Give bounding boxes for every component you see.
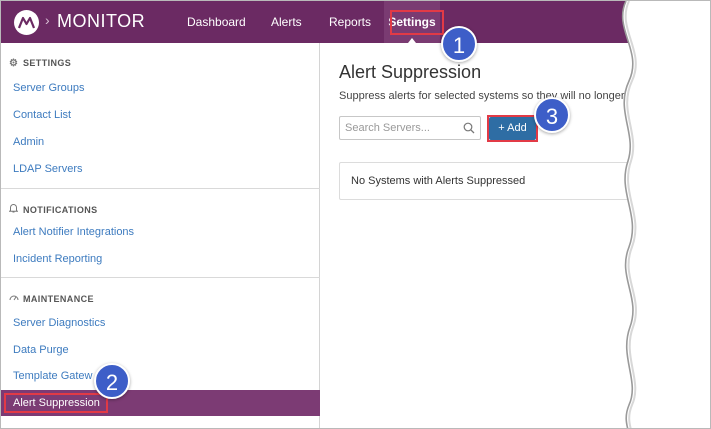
search-icon[interactable] <box>463 122 475 134</box>
breadcrumb-chevron: › <box>45 12 50 28</box>
nav-alerts[interactable]: Alerts <box>271 15 302 29</box>
section-divider <box>1 188 320 189</box>
notifications-section-heading: NOTIFICATIONS <box>8 203 98 216</box>
sidebar-item-contact-list[interactable]: Contact List <box>13 109 71 121</box>
search-input[interactable]: Search Servers... <box>339 116 481 140</box>
maintenance-section-heading: MAINTENANCE <box>9 293 94 305</box>
sidebar-item-alert-notifier-integrations[interactable]: Alert Notifier Integrations <box>13 226 134 238</box>
callout-badge-3: 3 <box>534 97 570 133</box>
settings-highlight-box <box>390 10 444 35</box>
sidebar-item-ldap-servers[interactable]: LDAP Servers <box>13 163 83 175</box>
settings-heading-label: SETTINGS <box>23 58 72 68</box>
callout-badge-1: 1 <box>441 26 477 62</box>
app-window: › MONITOR Dashboard Alerts Reports Setti… <box>0 0 711 429</box>
app-title: MONITOR <box>57 11 146 31</box>
nav-reports[interactable]: Reports <box>329 15 371 29</box>
notifications-heading-label: NOTIFICATIONS <box>23 205 98 215</box>
gear-icon: ⚙ <box>9 58 19 69</box>
callout-number: 3 <box>545 104 559 129</box>
sidebar-item-data-purge[interactable]: Data Purge <box>13 344 69 356</box>
alert-suppression-highlight-box <box>4 393 108 413</box>
sidebar-item-template-gateway[interactable]: Template Gatew <box>13 370 92 382</box>
main-content: Alert Suppression Suppress alerts for se… <box>320 43 710 428</box>
empty-state-message: No Systems with Alerts Suppressed <box>351 175 526 187</box>
settings-section-heading: ⚙ SETTINGS <box>9 58 71 69</box>
sidebar-item-admin[interactable]: Admin <box>13 136 44 148</box>
sidebar-item-server-groups[interactable]: Server Groups <box>13 82 85 94</box>
top-nav-bar: › MONITOR Dashboard Alerts Reports Setti… <box>1 1 710 43</box>
maintenance-heading-label: MAINTENANCE <box>23 294 94 304</box>
search-placeholder: Search Servers... <box>345 122 430 134</box>
page-title: Alert Suppression <box>339 62 482 82</box>
callout-badge-2: 2 <box>94 363 130 399</box>
sidebar-item-server-diagnostics[interactable]: Server Diagnostics <box>13 317 105 329</box>
nav-dashboard[interactable]: Dashboard <box>187 15 246 29</box>
monitor-logo-icon[interactable] <box>14 10 39 35</box>
bell-icon <box>8 203 19 216</box>
suppressed-systems-panel: No Systems with Alerts Suppressed <box>339 162 699 200</box>
gauge-icon <box>9 293 19 305</box>
callout-number: 2 <box>105 370 119 395</box>
page-subtitle: Suppress alerts for selected systems so … <box>339 90 710 102</box>
add-highlight-box <box>487 115 538 142</box>
callout-number: 1 <box>452 33 466 58</box>
section-divider <box>1 277 320 278</box>
sidebar: ⚙ SETTINGS Server Groups Contact List Adm… <box>1 43 320 428</box>
sidebar-item-incident-reporting[interactable]: Incident Reporting <box>13 253 102 265</box>
